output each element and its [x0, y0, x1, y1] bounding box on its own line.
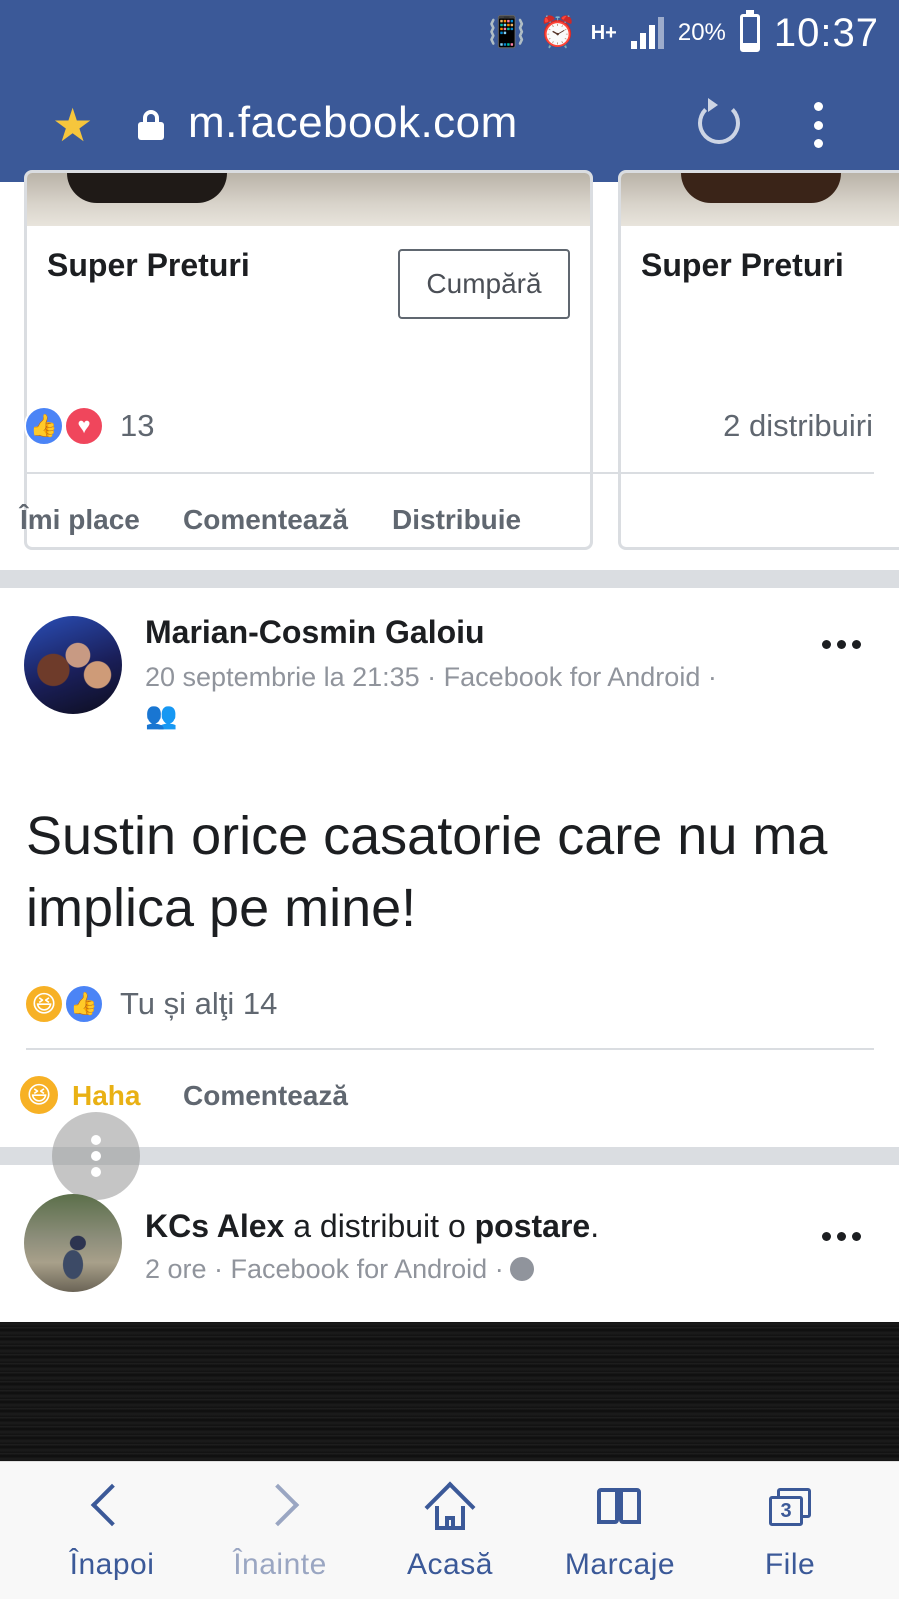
floating-menu-button[interactable]: [52, 1112, 140, 1200]
share-count[interactable]: 2 distribuiri: [723, 408, 873, 444]
ad-card-image[interactable]: [621, 173, 899, 226]
avatar[interactable]: [24, 616, 122, 714]
more-options-icon[interactable]: [822, 640, 861, 649]
reaction-summary: Tu și alţi 14: [120, 986, 278, 1021]
divider: [26, 1048, 874, 1050]
post-meta[interactable]: 2 ore · Facebook for Android ·: [145, 1254, 504, 1284]
shared-post-image[interactable]: [0, 1322, 899, 1462]
post-action-bar: 😆 Haha Comentează: [0, 1068, 899, 1128]
url-text[interactable]: m.facebook.com: [188, 98, 518, 148]
star-icon[interactable]: ★: [52, 102, 93, 148]
browser-menu-icon[interactable]: [812, 102, 824, 148]
bookmarks-icon: [595, 1482, 645, 1532]
status-bar: 📳 ⏰ H+ 20% 10:37: [488, 0, 899, 66]
post-text: Sustin orice casatorie care nu ma implic…: [26, 806, 828, 938]
bookmarks-label: Marcaje: [564, 1548, 676, 1581]
battery-percent: 20%: [677, 19, 726, 46]
battery-icon: [739, 10, 760, 52]
alarm-icon: ⏰: [539, 16, 577, 49]
post-author[interactable]: Marian-Cosmin Galoiu: [145, 614, 485, 651]
tabs-icon: 3: [765, 1482, 815, 1532]
home-button[interactable]: Acasă: [370, 1462, 530, 1599]
post-separator: [0, 570, 899, 588]
globe-icon: [509, 1257, 534, 1281]
clock: 10:37: [773, 10, 879, 55]
back-label: Înapoi: [69, 1548, 155, 1581]
home-icon: [424, 1481, 476, 1533]
post-header: KCs Alex a distribuit o postare.: [145, 1208, 599, 1245]
ad-carousel: Super Preturi Cumpără Super Preturi: [0, 170, 899, 550]
shared-post-link[interactable]: postare: [475, 1208, 591, 1244]
post-meta[interactable]: 20 septembrie la 21:35 · Facebook for An…: [145, 662, 717, 693]
browser-top-bar: 📳 ⏰ H+ 20% 10:37 ★ m.facebook.com: [0, 0, 899, 182]
browser-bottom-nav: Înapoi Înainte Acasă Marcaje 3 File: [0, 1461, 899, 1599]
url-bar: ★ m.facebook.com: [0, 86, 899, 164]
friends-icon: 👥: [145, 700, 178, 730]
forward-label: Înainte: [233, 1548, 327, 1581]
ad-card-title: Super Preturi: [641, 247, 844, 283]
screen: 📳 ⏰ H+ 20% 10:37 ★ m.facebook.com Super …: [0, 0, 899, 1599]
ad-reactions-row[interactable]: 👍 ♥ 13 2 distribuiri: [0, 396, 899, 456]
like-reaction-icon: 👍: [24, 406, 64, 446]
home-label: Acasă: [407, 1548, 493, 1581]
reload-icon[interactable]: [698, 98, 740, 144]
haha-icon[interactable]: 😆: [18, 1074, 60, 1116]
comment-button[interactable]: Comentează: [183, 504, 348, 536]
tabs-button[interactable]: 3 File: [710, 1462, 870, 1599]
shared-text: a distribuit o: [293, 1208, 466, 1244]
haha-reaction-icon: 😆: [24, 984, 64, 1024]
network-type: H+: [590, 22, 617, 44]
love-reaction-icon: ♥: [64, 406, 104, 446]
forward-button[interactable]: Înainte: [200, 1462, 360, 1599]
divider: [26, 472, 874, 474]
tabs-count: 3: [769, 1496, 803, 1526]
post-meta-row[interactable]: 2 ore · Facebook for Android ·: [145, 1254, 534, 1285]
comment-button[interactable]: Comentează: [183, 1080, 348, 1112]
haha-button[interactable]: Haha: [72, 1080, 140, 1112]
more-options-icon[interactable]: [822, 1232, 861, 1241]
avatar[interactable]: [24, 1194, 122, 1292]
forward-chevron-icon: [255, 1482, 305, 1532]
post-reactions-row[interactable]: 😆 👍 Tu și alţi 14: [0, 974, 899, 1034]
back-chevron-icon: [87, 1482, 137, 1532]
buy-button[interactable]: Cumpără: [398, 249, 570, 319]
post-author[interactable]: KCs Alex: [145, 1208, 284, 1244]
ad-card-image[interactable]: [27, 173, 590, 226]
ad-action-bar: Îmi place Comentează Distribuie: [0, 492, 899, 552]
signal-icon: [630, 17, 664, 49]
ad-card-title: Super Preturi: [47, 247, 250, 283]
vibrate-mute-icon: 📳: [488, 16, 526, 49]
reaction-count: 13: [120, 408, 155, 443]
share-button[interactable]: Distribuie: [392, 504, 521, 536]
back-button[interactable]: Înapoi: [32, 1462, 192, 1599]
period: .: [590, 1208, 600, 1244]
like-reaction-icon: 👍: [64, 984, 104, 1024]
lock-icon: [138, 110, 164, 140]
bookmarks-button[interactable]: Marcaje: [540, 1462, 700, 1599]
tabs-label: File: [764, 1548, 816, 1581]
like-button[interactable]: Îmi place: [20, 504, 140, 536]
